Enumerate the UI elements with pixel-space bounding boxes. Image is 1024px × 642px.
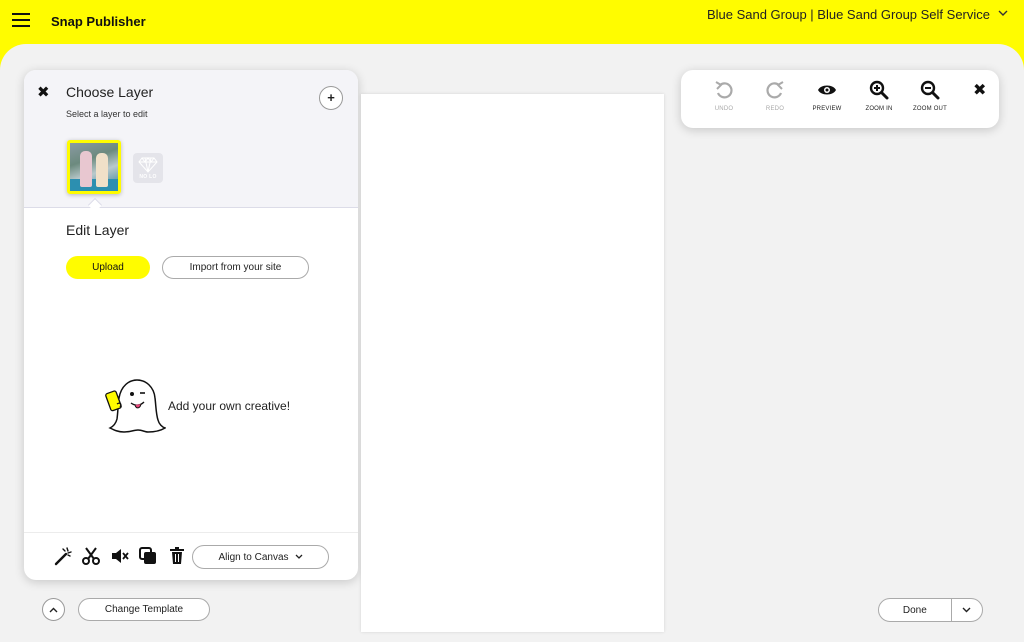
- app-title: Snap Publisher: [51, 14, 146, 29]
- choose-layer-title: Choose Layer: [66, 84, 154, 100]
- empty-state: Add your own creative!: [104, 376, 290, 436]
- trash-icon[interactable]: [167, 546, 187, 566]
- zoom-in-button[interactable]: ZOOM IN: [857, 80, 901, 112]
- chevron-down-icon: [295, 554, 302, 559]
- change-template-button[interactable]: Change Template: [78, 598, 210, 621]
- duplicate-icon[interactable]: [138, 546, 158, 566]
- redo-icon: [766, 81, 784, 99]
- done-button[interactable]: Done: [879, 599, 952, 621]
- ghost-holding-phone-icon: [105, 379, 166, 433]
- undo-icon: [715, 81, 733, 99]
- choose-layer-section: ✖ Choose Layer Select a layer to edit + …: [24, 70, 358, 208]
- zoom-out-icon: [920, 80, 940, 100]
- scissors-icon[interactable]: [81, 546, 101, 566]
- layer-thumbnail-selected[interactable]: [67, 140, 121, 194]
- close-panel-icon[interactable]: ✖: [37, 83, 50, 101]
- top-bar: Snap Publisher Blue Sand Group | Blue Sa…: [0, 0, 1024, 46]
- undo-button[interactable]: UNDO: [702, 80, 746, 112]
- edit-layer-title: Edit Layer: [66, 222, 130, 238]
- layer-panel: ✖ Choose Layer Select a layer to edit + …: [24, 70, 358, 580]
- zoom-out-button[interactable]: ZOOM OUT: [908, 80, 952, 112]
- layer-thumbnail-empty[interactable]: NO LO: [133, 153, 163, 183]
- creative-canvas[interactable]: [361, 94, 664, 632]
- canvas-toolbar: UNDO REDO PREVIEW ZOOM IN ZOOM OUT ✖: [681, 70, 999, 128]
- import-from-site-button[interactable]: Import from your site: [162, 256, 309, 279]
- add-layer-button[interactable]: +: [319, 86, 343, 110]
- upload-button[interactable]: Upload: [66, 256, 150, 279]
- editor-stage: ✖ Choose Layer Select a layer to edit + …: [0, 44, 1024, 642]
- chevron-up-icon: [49, 607, 58, 612]
- undo-label: UNDO: [714, 106, 734, 112]
- redo-button[interactable]: REDO: [753, 80, 797, 112]
- align-label: Align to Canvas: [218, 551, 289, 563]
- chevron-down-icon: [998, 9, 1008, 20]
- preview-label: PREVIEW: [812, 106, 842, 112]
- choose-layer-subtitle: Select a layer to edit: [66, 109, 148, 119]
- mute-icon[interactable]: [110, 546, 130, 566]
- collapse-panel-button[interactable]: [42, 598, 65, 621]
- done-options-dropdown[interactable]: [952, 599, 982, 621]
- menu-icon[interactable]: [12, 13, 30, 29]
- redo-label: REDO: [765, 106, 785, 112]
- diamond-icon: [138, 156, 158, 173]
- zoom-in-label: ZOOM IN: [865, 106, 893, 112]
- empty-state-text: Add your own creative!: [168, 399, 291, 413]
- eye-icon: [818, 85, 836, 95]
- align-to-canvas-dropdown[interactable]: Align to Canvas: [192, 545, 329, 569]
- placeholder-label: NO LO: [139, 173, 157, 180]
- done-button-group: Done: [878, 598, 983, 622]
- account-name: Blue Sand Group | Blue Sand Group Self S…: [706, 7, 990, 22]
- account-switcher[interactable]: Blue Sand Group | Blue Sand Group Self S…: [707, 7, 1008, 22]
- preview-button[interactable]: PREVIEW: [805, 80, 849, 112]
- zoom-out-label: ZOOM OUT: [913, 106, 947, 112]
- zoom-in-icon: [869, 80, 889, 100]
- layer-tools-bar: Align to Canvas: [24, 532, 358, 580]
- magic-wand-icon[interactable]: [53, 546, 73, 566]
- close-editor-icon[interactable]: ✖: [973, 80, 986, 100]
- chevron-down-icon: [962, 607, 971, 613]
